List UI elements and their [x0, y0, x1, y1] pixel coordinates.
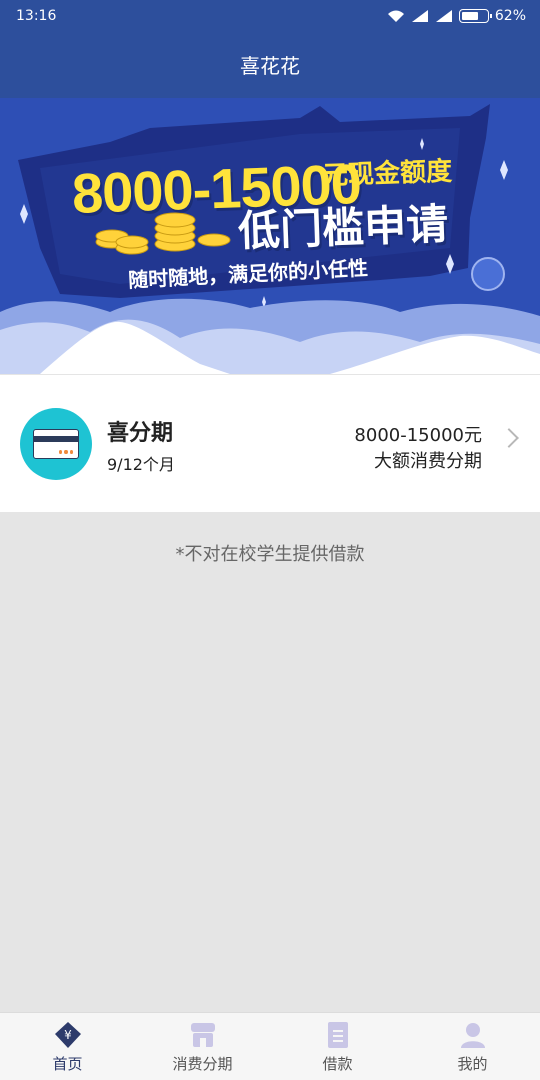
signal-icon — [435, 10, 452, 22]
product-name: 喜分期 — [107, 421, 174, 446]
svg-text:¥: ¥ — [64, 1028, 72, 1042]
student-notice: *不对在校学生提供借款 — [175, 544, 365, 565]
banner-headline: 低门槛申请 — [237, 200, 449, 255]
product-amount: 8000-15000元 — [354, 425, 482, 446]
status-icons: 62% — [387, 8, 526, 24]
credit-card-icon — [20, 408, 92, 480]
battery-icon — [458, 9, 492, 23]
shop-icon — [190, 1023, 215, 1047]
tab-installment[interactable]: 消费分期 — [135, 1013, 270, 1080]
yuan-shield-icon: ¥ — [54, 1022, 81, 1048]
signal-icon — [411, 10, 428, 22]
battery-level: 62% — [494, 8, 526, 24]
product-description: 大额消费分期 — [374, 451, 482, 472]
bill-icon — [327, 1022, 348, 1048]
tab-label: 借款 — [322, 1055, 353, 1073]
tab-home[interactable]: ¥ 首页 — [0, 1013, 135, 1080]
chevron-right-icon — [499, 428, 519, 448]
tab-label: 我的 — [457, 1055, 488, 1073]
banner-unit: 元现金额度 — [321, 155, 453, 191]
app-title: 喜花花 — [0, 34, 540, 98]
tab-mine[interactable]: 我的 — [405, 1013, 540, 1080]
wifi-icon — [387, 10, 404, 22]
product-card[interactable]: 喜分期 9/12个月 8000-15000元 大额消费分期 — [0, 375, 540, 512]
tab-label: 首页 — [52, 1055, 83, 1073]
tab-loan[interactable]: 借款 — [270, 1013, 405, 1080]
bottom-tab-bar: ¥ 首页 消费分期 借款 我的 — [0, 1012, 540, 1080]
tab-label: 消费分期 — [172, 1055, 233, 1073]
promo-banner[interactable]: 8000-15000 元现金额度 低门槛申请 随时随地，满足你的小任性 — [0, 98, 540, 374]
status-bar: 13:16 62% — [0, 0, 540, 34]
status-time: 13:16 — [16, 8, 57, 24]
product-term: 9/12个月 — [107, 455, 175, 474]
user-icon — [460, 1023, 485, 1048]
